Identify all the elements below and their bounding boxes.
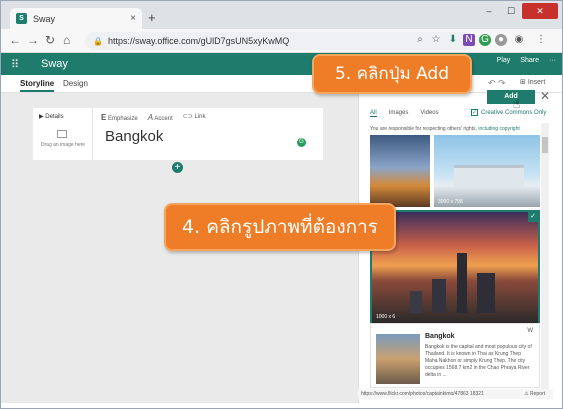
callout-step-5: 5. คลิกปุ่ม Add <box>312 54 472 94</box>
status-url: https://www.flickr.com/photos/captainkim… <box>361 391 484 397</box>
more-button[interactable]: ··· <box>549 57 556 64</box>
lock-icon: 🔒 <box>93 36 103 46</box>
details-label: Details <box>45 114 64 120</box>
window-close-button[interactable]: ✕ <box>522 3 558 19</box>
heading-text[interactable]: Bangkok <box>105 128 163 145</box>
tab-all[interactable]: All <box>370 110 377 117</box>
result-image-night-city[interactable] <box>370 135 430 207</box>
green-extension-icon[interactable]: G <box>479 34 491 46</box>
emphasize-label: Emphasize <box>108 116 138 122</box>
menu-icon[interactable]: ⋮ <box>535 34 547 46</box>
details-toggle[interactable]: ▶ Details <box>39 113 64 120</box>
minimize-button[interactable]: – <box>478 3 500 19</box>
sway-app-bar: ⠿ Sway Play Share ··· <box>1 53 562 75</box>
image-size-label: 3000 x 798 <box>438 199 463 205</box>
insert-button[interactable]: ⊞ Insert <box>520 78 545 86</box>
app-name: Sway <box>41 58 68 70</box>
building-shape <box>454 165 524 187</box>
accent-button[interactable]: A Accent <box>148 113 173 122</box>
tower-shape <box>432 279 446 313</box>
link-button[interactable]: ⊂⊃ Link <box>183 113 206 122</box>
gray-extension-icon[interactable]: ● <box>495 34 507 46</box>
card-side-panel: ▶ Details Drag an image here <box>33 108 93 160</box>
report-button[interactable]: ⚠ Report <box>524 389 545 399</box>
status-bar: https://www.flickr.com/photos/captainkim… <box>358 389 553 399</box>
result-image-building[interactable]: 3000 x 798 <box>434 135 540 207</box>
tab-close-icon[interactable]: × <box>130 13 136 24</box>
media-filter-tabs: All Images Videos <box>370 110 439 117</box>
window-controls: – ☐ ✕ <box>478 3 558 19</box>
checkbox-checked-icon: ✓ <box>471 109 478 116</box>
emphasize-button[interactable]: E Emphasize <box>101 113 138 122</box>
skyline-shapes <box>402 253 502 313</box>
callout-step-4: 4. คลิกรูปภาพที่ต้องการ <box>164 203 396 251</box>
wikipedia-icon: W <box>527 328 533 334</box>
insert-label: Insert <box>527 79 546 86</box>
link-label: Link <box>194 114 206 120</box>
browser-window: S Sway × + – ☐ ✕ ← → ↻ ⌂ 🔒 https://sway.… <box>0 0 563 409</box>
scrollbar-thumb[interactable] <box>542 137 548 153</box>
tower-shape <box>410 291 422 313</box>
tab-images[interactable]: Images <box>389 110 409 117</box>
share-button[interactable]: Share <box>520 57 539 64</box>
wiki-result-image <box>376 334 420 384</box>
add-button[interactable]: Add <box>487 90 535 104</box>
browser-tab[interactable]: S Sway × <box>10 8 142 29</box>
forward-icon[interactable]: → <box>27 33 39 47</box>
download-icon[interactable]: ⬇ <box>447 34 459 46</box>
maximize-button[interactable]: ☐ <box>500 3 522 19</box>
onenote-extension-icon[interactable]: N <box>463 34 475 46</box>
wiki-result-title: Bangkok <box>425 333 455 340</box>
tab-storyline[interactable]: Storyline <box>20 79 55 92</box>
add-card-button[interactable]: + <box>172 162 183 173</box>
creative-commons-toggle[interactable]: ✓ Creative Commons Only <box>471 109 546 116</box>
account-icon[interactable]: ◉ <box>513 34 525 46</box>
star-icon[interactable]: ☆ <box>430 34 442 46</box>
reload-icon[interactable]: ↻ <box>45 33 55 47</box>
address-bar: ← → ↻ ⌂ 🔒 https://sway.office.com/gUlD7g… <box>1 29 562 53</box>
format-toolbar: E Emphasize A Accent ⊂⊃ Link <box>101 113 205 122</box>
close-pane-icon[interactable]: ✕ <box>540 89 550 103</box>
new-tab-button[interactable]: + <box>148 10 156 25</box>
back-icon[interactable]: ← <box>9 33 21 47</box>
app-launcher-icon[interactable]: ⠿ <box>1 58 29 71</box>
tab-design[interactable]: Design <box>63 79 88 88</box>
tab-videos[interactable]: Videos <box>420 110 438 117</box>
wiki-result-card[interactable]: Bangkok Bangkok is the capital and most … <box>370 323 540 388</box>
home-icon[interactable]: ⌂ <box>63 33 70 47</box>
copyright-notice: You are responsible for respecting other… <box>370 126 546 132</box>
tower-shape <box>477 273 495 313</box>
url-text: https://sway.office.com/gUlD7gsUN5xyKwMQ <box>107 36 290 46</box>
app-actions: Play Share ··· <box>497 57 556 64</box>
accent-label: Accent <box>154 116 173 122</box>
selected-check-icon: ✓ <box>528 212 538 222</box>
grammarly-icon[interactable]: G <box>297 138 306 147</box>
wiki-result-text: Bangkok is the capital and most populous… <box>425 344 532 378</box>
play-button[interactable]: Play <box>497 57 511 64</box>
editor-toolbar: Storyline Design ↶ ↷ ⊞ Insert <box>1 75 562 93</box>
zoom-icon[interactable]: ⌕ <box>414 34 426 46</box>
notice-text: You are responsible for respecting other… <box>370 126 477 132</box>
report-label: Report <box>529 391 545 397</box>
copyright-link[interactable]: including copyright <box>478 126 519 132</box>
heading-card[interactable]: ▶ Details Drag an image here E Emphasize… <box>33 108 323 160</box>
undo-icon[interactable]: ↶ ↷ <box>488 78 506 89</box>
sway-favicon-icon: S <box>16 13 27 24</box>
pane-scrollbar[interactable] <box>541 123 549 398</box>
tab-title: Sway <box>33 13 56 24</box>
tower-shape <box>457 253 467 313</box>
hand-cursor-icon: ☝ <box>513 97 521 111</box>
image-placeholder-icon <box>57 130 67 138</box>
image-size-label: 1000 x 6 <box>376 314 396 320</box>
link-icon: ⊂⊃ <box>182 114 193 120</box>
tab-strip: S Sway × + – ☐ ✕ <box>1 1 562 29</box>
drag-image-hint: Drag an image here <box>40 142 86 148</box>
